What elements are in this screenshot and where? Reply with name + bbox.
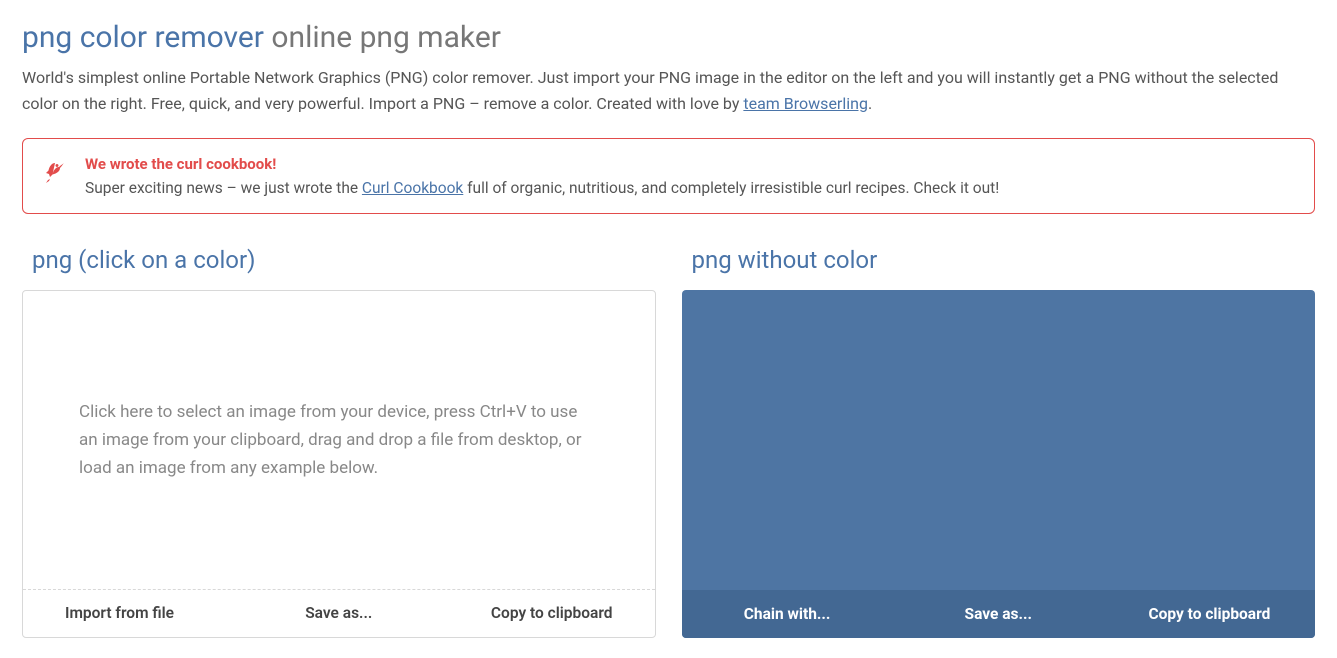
- alert-title: We wrote the curl cookbook!: [85, 155, 1294, 173]
- chain-with-button[interactable]: Chain with...: [682, 605, 893, 623]
- copy-to-clipboard-button[interactable]: Copy to clipboard: [433, 604, 655, 622]
- curl-cookbook-link[interactable]: Curl Cookbook: [362, 179, 463, 197]
- alert-after: full of organic, nutritious, and complet…: [467, 179, 999, 197]
- alert-text: Super exciting news – we just wrote the …: [85, 179, 1294, 197]
- intro-text: World's simplest online Portable Network…: [22, 65, 1315, 118]
- rocket-icon: [43, 161, 67, 185]
- page-title: png color remover online png maker: [22, 20, 1315, 55]
- import-from-file-button[interactable]: Import from file: [23, 604, 245, 622]
- team-browserling-link[interactable]: team Browserling: [743, 94, 868, 113]
- input-panel: png (click on a color) Click here to sel…: [22, 240, 656, 638]
- input-panel-heading: png (click on a color): [32, 246, 656, 274]
- output-toolbar: Chain with... Save as... Copy to clipboa…: [682, 590, 1316, 638]
- input-box: Click here to select an image from your …: [22, 290, 656, 638]
- image-dropzone[interactable]: Click here to select an image from your …: [23, 291, 655, 589]
- page-title-sub: online png maker: [271, 20, 501, 55]
- alert-before: Super exciting news – we just wrote the: [85, 179, 362, 197]
- dropzone-text: Click here to select an image from your …: [79, 398, 599, 482]
- intro-before: World's simplest online Portable Network…: [22, 68, 1278, 113]
- page-title-main: png color remover: [22, 20, 264, 55]
- output-panel: png without color Chain with... Save as.…: [682, 240, 1316, 638]
- copy-output-to-clipboard-button[interactable]: Copy to clipboard: [1104, 605, 1315, 623]
- output-preview: [682, 290, 1316, 590]
- announcement-alert: We wrote the curl cookbook! Super exciti…: [22, 138, 1315, 214]
- save-as-button[interactable]: Save as...: [245, 604, 433, 622]
- input-toolbar: Import from file Save as... Copy to clip…: [23, 589, 655, 637]
- intro-after: .: [868, 94, 872, 113]
- output-panel-heading: png without color: [692, 246, 1316, 274]
- output-box: Chain with... Save as... Copy to clipboa…: [682, 290, 1316, 638]
- save-as-output-button[interactable]: Save as...: [893, 605, 1104, 623]
